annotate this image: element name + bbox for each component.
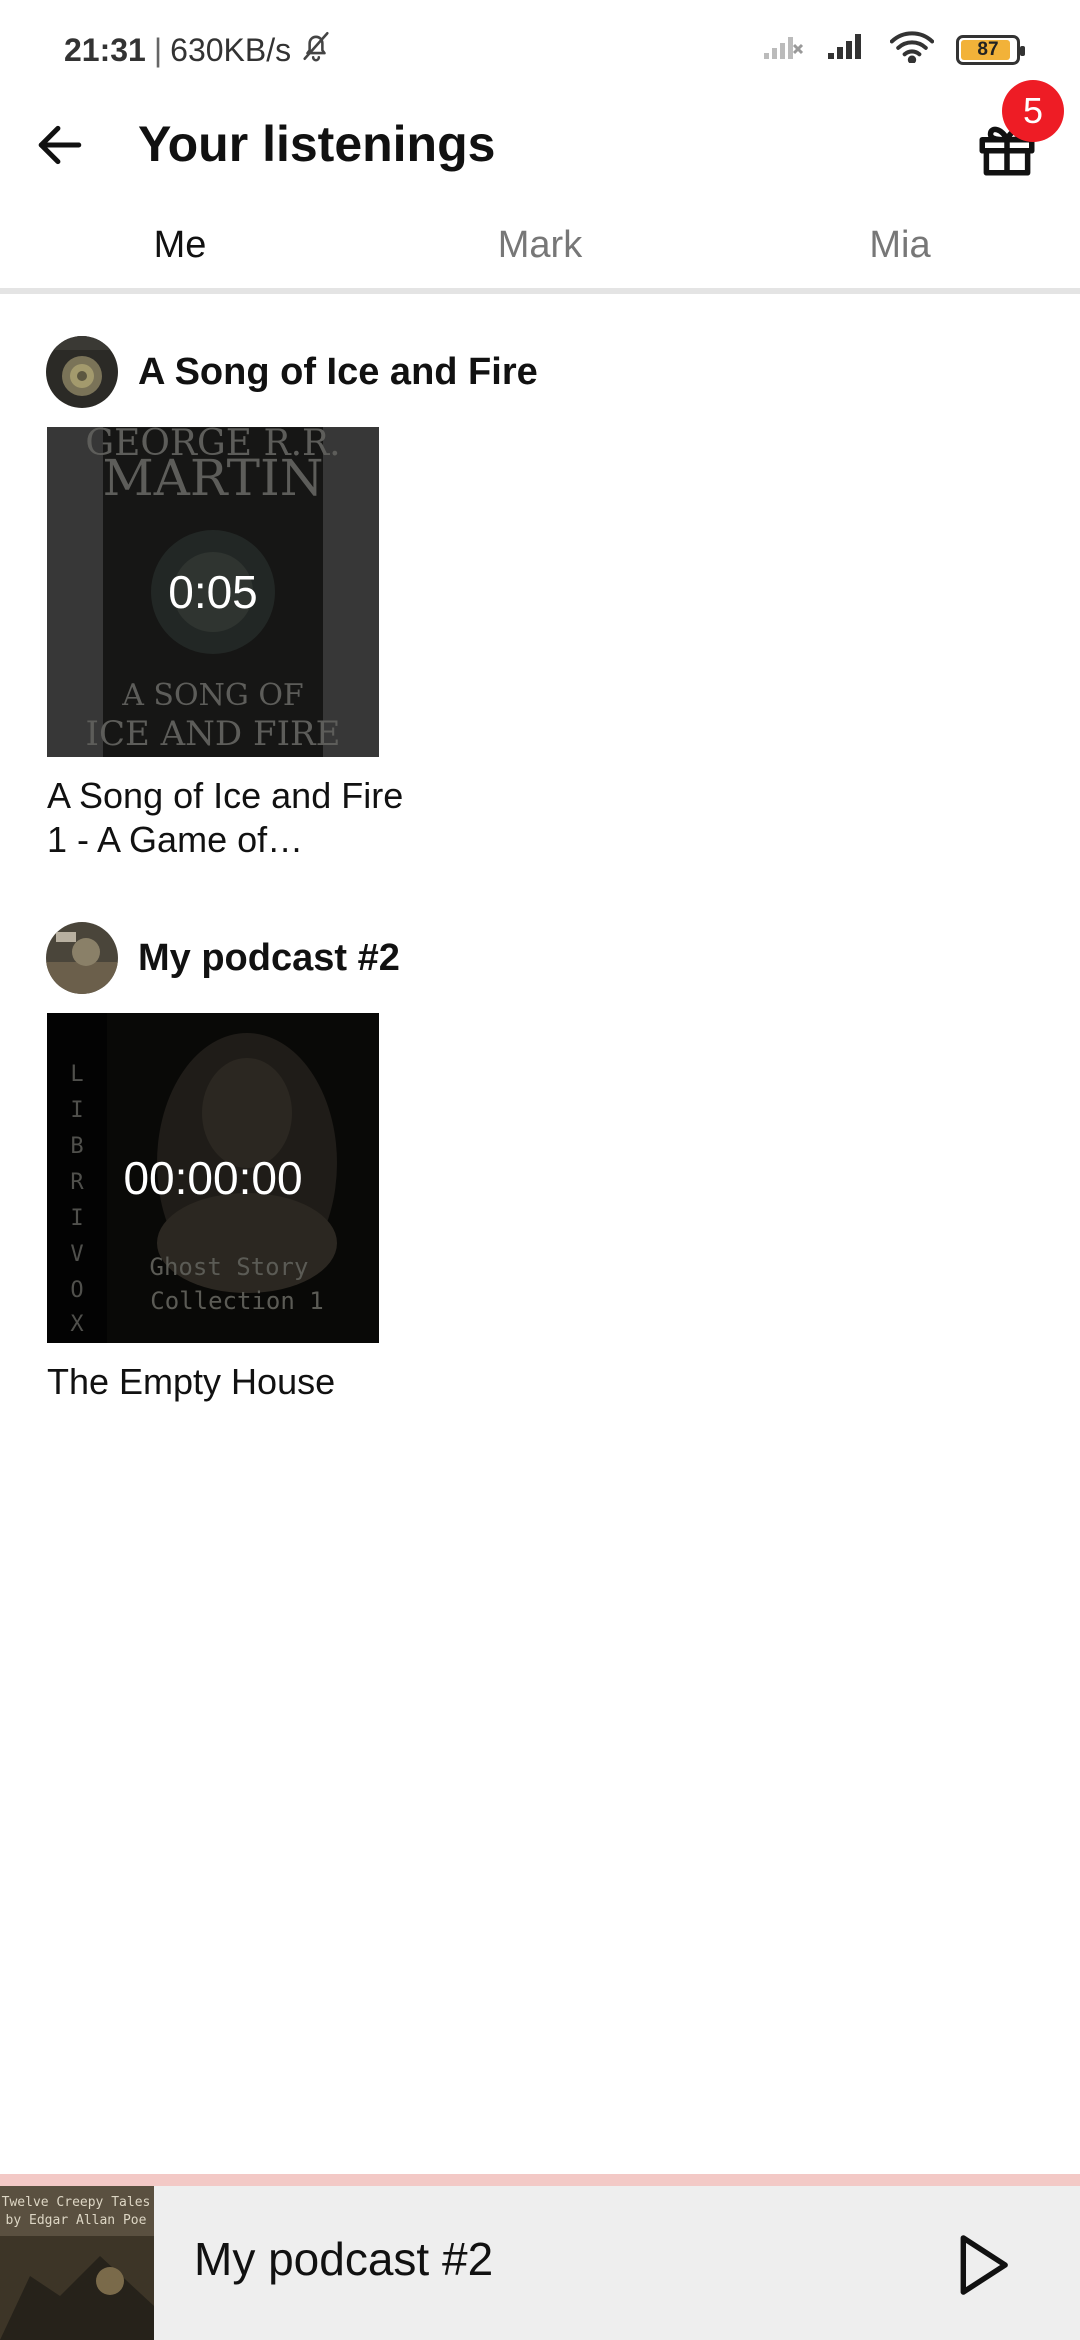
podcast-avatar bbox=[46, 922, 118, 994]
tab-me[interactable]: Me bbox=[0, 200, 360, 290]
status-separator: | bbox=[153, 31, 163, 68]
wifi-icon bbox=[889, 29, 935, 71]
mini-player[interactable]: Twelve Creepy Tales by Edgar Allan Poe M… bbox=[0, 2186, 1080, 2340]
svg-text:Twelve Creepy Tales: Twelve Creepy Tales bbox=[2, 2195, 151, 2210]
battery-icon: 87 bbox=[956, 35, 1025, 65]
episode-cover[interactable]: GEORGE R.R. MARTIN A SONG OF ICE AND FIR… bbox=[47, 427, 379, 757]
network-speed: 630KB/s bbox=[170, 31, 292, 68]
bell-muted-icon bbox=[299, 29, 333, 71]
status-left: 21:31 | 630KB/s bbox=[64, 29, 333, 71]
signal-icon bbox=[826, 31, 868, 69]
play-button[interactable] bbox=[940, 2222, 1026, 2308]
podcast-header[interactable]: A Song of Ice and Fire bbox=[46, 336, 538, 408]
status-right: 87 bbox=[762, 29, 1025, 71]
status-time: 21:31 bbox=[64, 31, 146, 68]
episode-cover[interactable]: L I B R I V O X Ghost Story Collection 1… bbox=[47, 1013, 379, 1343]
back-button[interactable] bbox=[30, 115, 90, 175]
gift-badge: 5 bbox=[1002, 80, 1064, 142]
tabs-divider bbox=[0, 288, 1080, 294]
podcast-title: My podcast #2 bbox=[138, 936, 400, 979]
signal-no-service-icon bbox=[762, 31, 804, 69]
tab-bar: Me Mark Mia bbox=[0, 200, 1080, 290]
episode-title[interactable]: The Empty House bbox=[47, 1360, 407, 1404]
tab-mia[interactable]: Mia bbox=[720, 200, 1080, 290]
episode-title[interactable]: A Song of Ice and Fire 1 - A Game of… bbox=[47, 774, 407, 862]
episode-progress: 00:00:00 bbox=[47, 1013, 379, 1343]
page-title: Your listenings bbox=[138, 116, 496, 172]
app-bar: Your listenings bbox=[0, 100, 1080, 190]
arrow-left-icon bbox=[38, 125, 82, 165]
podcast-title: A Song of Ice and Fire bbox=[138, 350, 538, 393]
mini-player-progress bbox=[0, 2174, 1080, 2186]
podcast-avatar bbox=[46, 336, 118, 408]
mini-player-artwork: Twelve Creepy Tales by Edgar Allan Poe bbox=[0, 2186, 154, 2340]
podcast-header[interactable]: My podcast #2 bbox=[46, 922, 400, 994]
tab-mark[interactable]: Mark bbox=[360, 200, 720, 290]
svg-text:by Edgar Allan Poe: by Edgar Allan Poe bbox=[6, 2213, 147, 2228]
status-bar: 21:31 | 630KB/s 87 bbox=[0, 0, 1080, 100]
battery-level: 87 bbox=[977, 39, 999, 60]
play-icon bbox=[960, 2235, 1008, 2295]
mini-player-title: My podcast #2 bbox=[194, 2233, 494, 2285]
episode-progress: 0:05 bbox=[47, 427, 379, 757]
